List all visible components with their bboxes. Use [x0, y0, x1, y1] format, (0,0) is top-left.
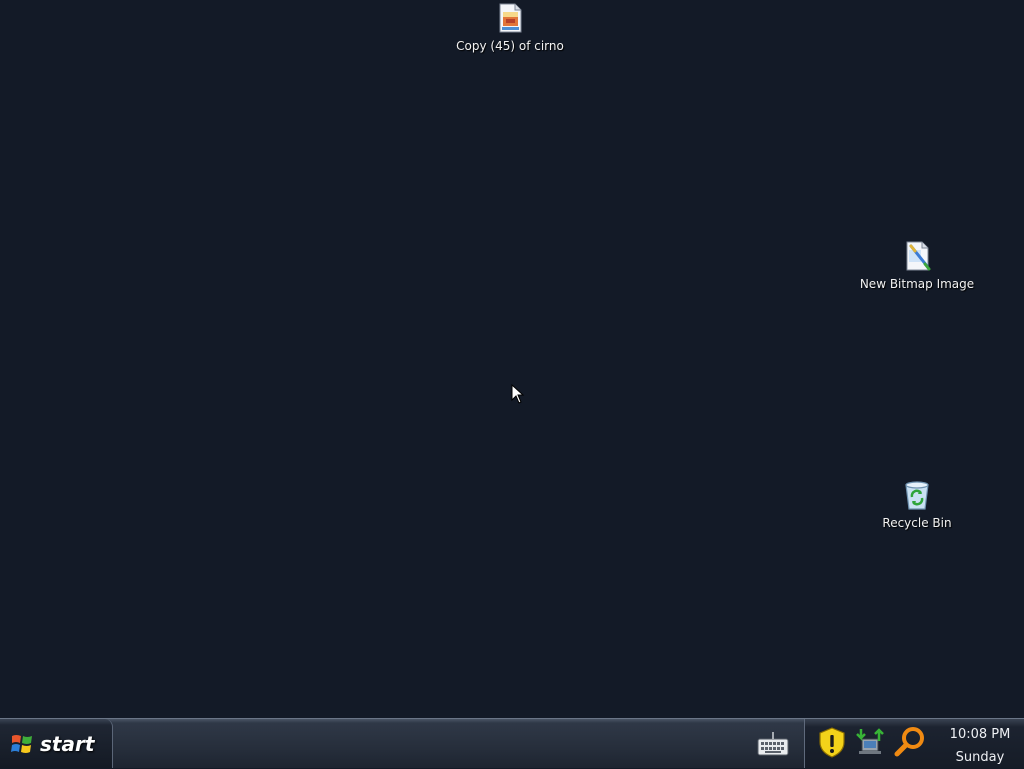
- start-button[interactable]: start: [0, 719, 113, 768]
- security-shield-icon[interactable]: [815, 725, 849, 759]
- desktop-icon-label: Copy (45) of cirno: [456, 39, 564, 53]
- desktop-icon-recycle-bin[interactable]: Recycle Bin: [852, 479, 982, 530]
- bitmap-paint-icon: [906, 241, 931, 271]
- system-tray: 10:08 PM Sunday: [804, 719, 1024, 768]
- clock-time: 10:08 PM: [949, 727, 1011, 742]
- search-icon[interactable]: [893, 725, 927, 759]
- taskbar: start 10:08 PM Sunday: [0, 718, 1024, 768]
- start-label: start: [40, 731, 95, 756]
- desktop-icon-label: New Bitmap Image: [859, 277, 975, 291]
- clock-day: Sunday: [955, 750, 1005, 765]
- keyboard-icon[interactable]: [755, 729, 791, 759]
- desktop[interactable]: Copy (45) of cirno New Bitmap Image Recy…: [0, 0, 1024, 718]
- windows-logo-icon: [11, 734, 32, 753]
- desktop-icon-cirno-image[interactable]: Copy (45) of cirno: [445, 2, 575, 53]
- network-icon[interactable]: [853, 725, 887, 759]
- clock[interactable]: 10:08 PM Sunday: [935, 723, 1024, 769]
- image-file-icon: [499, 3, 522, 33]
- desktop-icon-new-bitmap-image[interactable]: New Bitmap Image: [852, 240, 982, 291]
- desktop-icon-label: Recycle Bin: [882, 516, 952, 530]
- recycle-bin-icon: [905, 481, 929, 510]
- mouse-cursor-icon: [511, 384, 525, 404]
